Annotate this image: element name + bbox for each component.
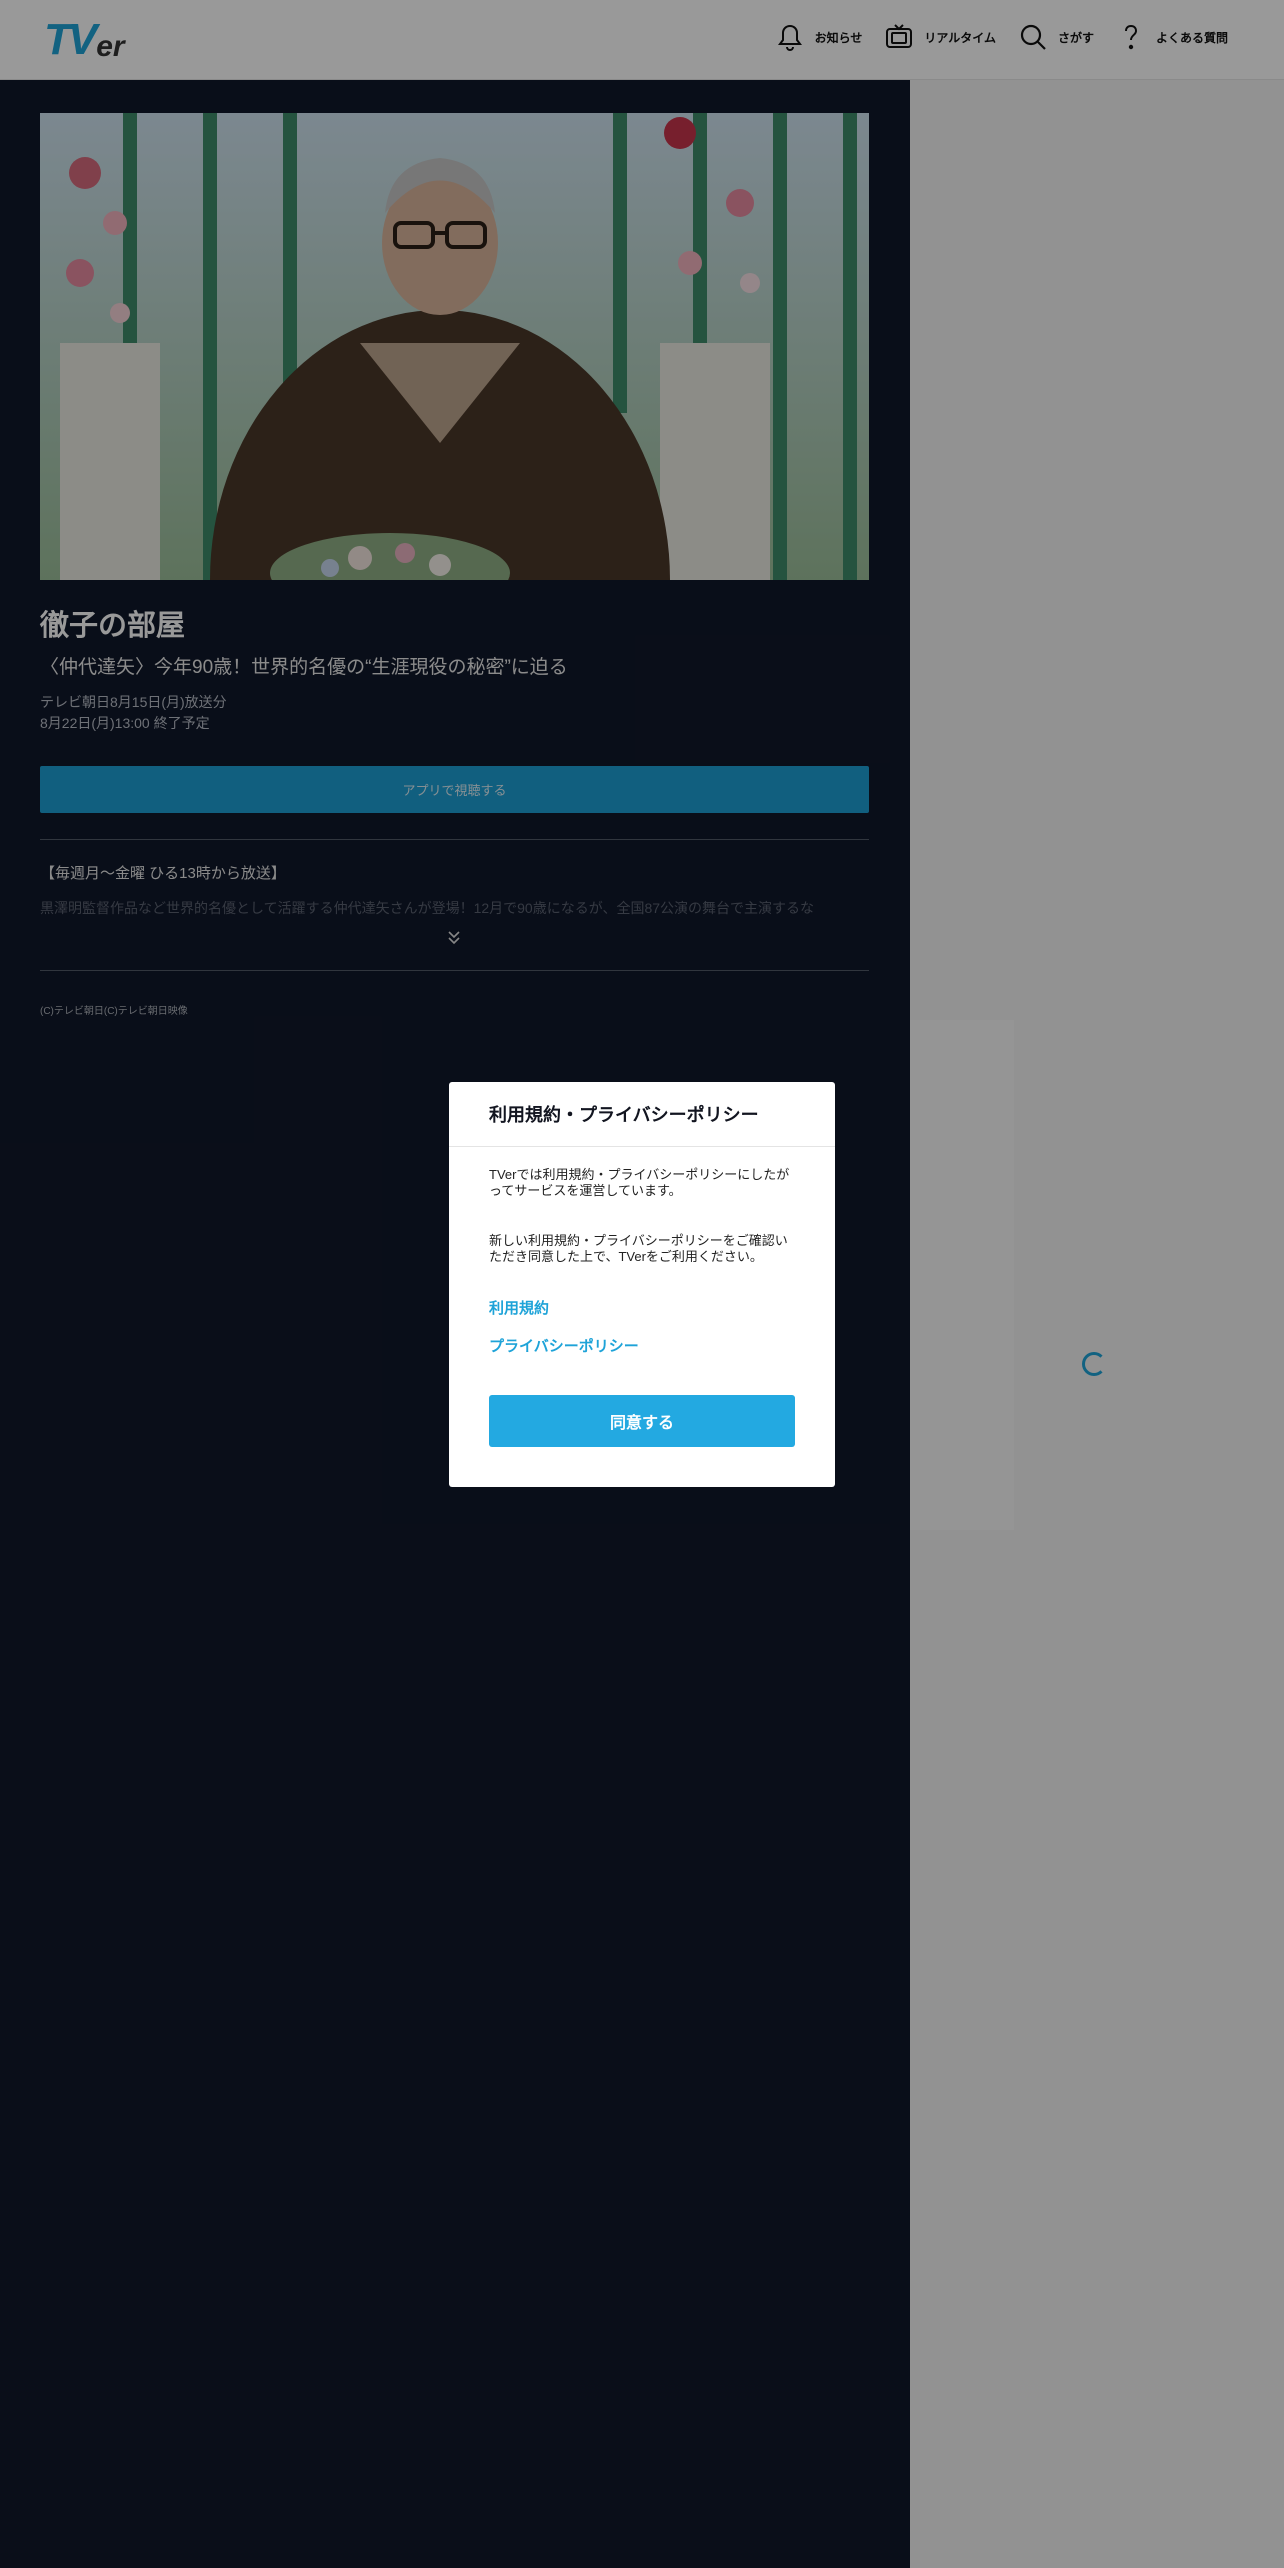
agree-button[interactable]: 同意する [489,1395,795,1447]
modal-text-1: TVerでは利用規約・プライバシーポリシーにしたがってサービスを運営しています。 [489,1167,790,1198]
modal-divider [449,1146,835,1147]
terms-modal: 利用規約・プライバシーポリシー TVerでは利用規約・プライバシーポリシーにした… [449,1082,835,1487]
terms-link[interactable]: 利用規約 [489,1297,549,1318]
modal-title: 利用規約・プライバシーポリシー [489,1105,759,1125]
privacy-policy-link[interactable]: プライバシーポリシー [489,1335,639,1356]
modal-text-2: 新しい利用規約・プライバシーポリシーをご確認いただき同意した上で、TVerをご利… [489,1233,788,1264]
